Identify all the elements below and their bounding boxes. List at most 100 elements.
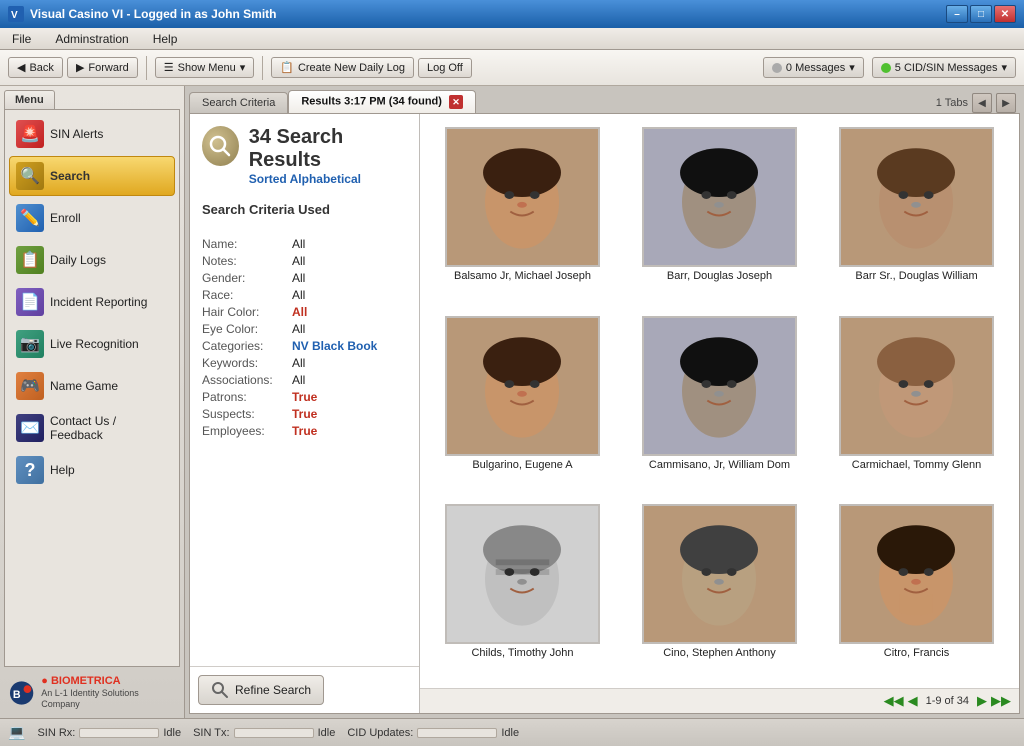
close-button[interactable]: ✕ xyxy=(994,5,1016,23)
window-controls: – □ ✕ xyxy=(946,5,1016,23)
sidebar-item-live-recognition[interactable]: 📷 Live Recognition xyxy=(9,324,175,364)
show-menu-button[interactable]: ☰ Show Menu ▾ xyxy=(155,57,255,78)
search-label: Search xyxy=(50,169,90,183)
sin-rx-item: SIN Rx: Idle xyxy=(37,727,181,739)
log-icon: 📋 xyxy=(280,61,294,74)
title-bar: V Visual Casino VI - Logged in as John S… xyxy=(0,0,1024,28)
sidebar-item-enroll[interactable]: ✏️ Enroll xyxy=(9,198,175,238)
next-page-button[interactable]: ▶ xyxy=(977,693,987,709)
refine-btn-area: Refine Search xyxy=(190,666,419,713)
daily-logs-label: Daily Logs xyxy=(50,253,106,267)
tab-results[interactable]: Results 3:17 PM (34 found) ✕ xyxy=(288,90,476,113)
criteria-label: Name: xyxy=(202,237,292,251)
prev-page-button[interactable]: ◀ xyxy=(908,693,918,709)
cid-updates-label: CID Updates: xyxy=(347,727,413,739)
sidebar-item-incident-reporting[interactable]: 📄 Incident Reporting xyxy=(9,282,175,322)
sidebar-item-contact-us[interactable]: ✉️ Contact Us / Feedback xyxy=(9,408,175,448)
menu-adminstration[interactable]: Adminstration xyxy=(51,30,132,48)
cid-item: CID Updates: Idle xyxy=(347,727,519,739)
refine-icon xyxy=(211,681,229,699)
sin-tx-label: SIN Tx: xyxy=(193,727,229,739)
person-card[interactable]: Barr Sr., Douglas William xyxy=(820,120,1013,305)
criteria-label: Eye Color: xyxy=(202,322,292,336)
sidebar-footer: B ● BIOMETRICA An L-1 Identity Solutions… xyxy=(4,667,180,714)
person-card[interactable]: Cammisano, Jr, William Dom xyxy=(623,309,816,494)
tab-close-button[interactable]: ✕ xyxy=(449,95,463,109)
back-button[interactable]: ◀ Back xyxy=(8,57,63,78)
forward-button[interactable]: ▶ Forward xyxy=(67,57,138,78)
contact-label: Contact Us / Feedback xyxy=(50,414,168,442)
first-page-button[interactable]: ◀◀ xyxy=(884,693,904,709)
results-grid: Balsamo Jr, Michael Joseph Barr, Douglas… xyxy=(420,114,1019,688)
separator-2 xyxy=(262,56,263,80)
logoff-button[interactable]: Log Off xyxy=(418,58,472,78)
criteria-row: Employees:True xyxy=(202,424,407,438)
person-card[interactable]: Carmichael, Tommy Glenn xyxy=(820,309,1013,494)
sidebar-item-help[interactable]: ? Help xyxy=(9,450,175,490)
person-name: Balsamo Jr, Michael Joseph xyxy=(454,270,591,282)
content-area: Search Criteria Results 3:17 PM (34 foun… xyxy=(185,86,1024,718)
sidebar-item-name-game[interactable]: 🎮 Name Game xyxy=(9,366,175,406)
criteria-row: Hair Color:All xyxy=(202,305,407,319)
sidebar-item-daily-logs[interactable]: 📋 Daily Logs xyxy=(9,240,175,280)
live-icon: 📷 xyxy=(16,330,44,358)
criteria-value: All xyxy=(292,237,305,251)
results-pane: Balsamo Jr, Michael Joseph Barr, Douglas… xyxy=(420,114,1019,713)
person-card[interactable]: Cino, Stephen Anthony xyxy=(623,497,816,682)
app-icon: V xyxy=(8,6,24,22)
computer-icon: 💻 xyxy=(8,724,25,741)
separator-1 xyxy=(146,56,147,80)
criteria-label: Hair Color: xyxy=(202,305,292,319)
cid-indicator xyxy=(881,63,891,73)
criteria-value: All xyxy=(292,288,305,302)
tab-search-criteria[interactable]: Search Criteria xyxy=(189,92,288,113)
cid-button[interactable]: 5 CID/SIN Messages ▾ xyxy=(872,57,1016,78)
minimize-button[interactable]: – xyxy=(946,5,968,23)
search-icon: 🔍 xyxy=(16,162,44,190)
criteria-label: Categories: xyxy=(202,339,292,353)
back-icon: ◀ xyxy=(17,61,25,74)
person-card[interactable]: Citro, Francis xyxy=(820,497,1013,682)
create-log-button[interactable]: 📋 Create New Daily Log xyxy=(271,57,414,78)
menu-file[interactable]: File xyxy=(8,30,35,48)
name-game-icon: 🎮 xyxy=(16,372,44,400)
criteria-row: Name:All xyxy=(202,237,407,251)
messages-button[interactable]: 0 Messages ▾ xyxy=(763,57,864,78)
sidebar-item-search[interactable]: 🔍 Search xyxy=(9,156,175,196)
cid-dropdown-icon: ▾ xyxy=(1001,61,1007,74)
person-card[interactable]: Bulgarino, Eugene A xyxy=(426,309,619,494)
person-photo xyxy=(839,504,994,644)
criteria-value: True xyxy=(292,424,317,438)
person-photo xyxy=(839,316,994,456)
person-photo xyxy=(445,504,600,644)
person-photo xyxy=(642,127,797,267)
logoff-label: Log Off xyxy=(427,62,463,74)
sidebar-item-sin-alerts[interactable]: 🚨 SIN Alerts xyxy=(9,114,175,154)
status-bar: 💻 SIN Rx: Idle SIN Tx: Idle CID Updates:… xyxy=(0,718,1024,746)
person-card[interactable]: Barr, Douglas Joseph xyxy=(623,120,816,305)
maximize-button[interactable]: □ xyxy=(970,5,992,23)
cid-status: Idle xyxy=(501,727,519,739)
person-card[interactable]: Balsamo Jr, Michael Joseph xyxy=(426,120,619,305)
criteria-value: All xyxy=(292,356,305,370)
person-name: Bulgarino, Eugene A xyxy=(472,459,572,471)
menu-help[interactable]: Help xyxy=(149,30,182,48)
person-name: Barr, Douglas Joseph xyxy=(667,270,772,282)
criteria-label: Associations: xyxy=(202,373,292,387)
forward-icon: ▶ xyxy=(76,61,84,74)
refine-search-button[interactable]: Refine Search xyxy=(198,675,324,705)
person-card[interactable]: Childs, Timothy John xyxy=(426,497,619,682)
criteria-value: True xyxy=(292,390,317,404)
incident-label: Incident Reporting xyxy=(50,295,147,309)
enroll-icon: ✏️ xyxy=(16,204,44,232)
tabs-prev-button[interactable]: ◀ xyxy=(972,93,992,113)
person-name: Childs, Timothy John xyxy=(471,647,573,659)
tabs-next-button[interactable]: ▶ xyxy=(996,93,1016,113)
sin-alerts-label: SIN Alerts xyxy=(50,127,103,141)
sin-rx-status: Idle xyxy=(163,727,181,739)
criteria-outer: 34 Search Results Sorted Alphabetical Se… xyxy=(190,114,420,713)
last-page-button[interactable]: ▶▶ xyxy=(991,693,1011,709)
daily-logs-icon: 📋 xyxy=(16,246,44,274)
tabs-row: Search Criteria Results 3:17 PM (34 foun… xyxy=(189,90,476,113)
results-count-block: 34 Search Results Sorted Alphabetical xyxy=(249,126,407,198)
